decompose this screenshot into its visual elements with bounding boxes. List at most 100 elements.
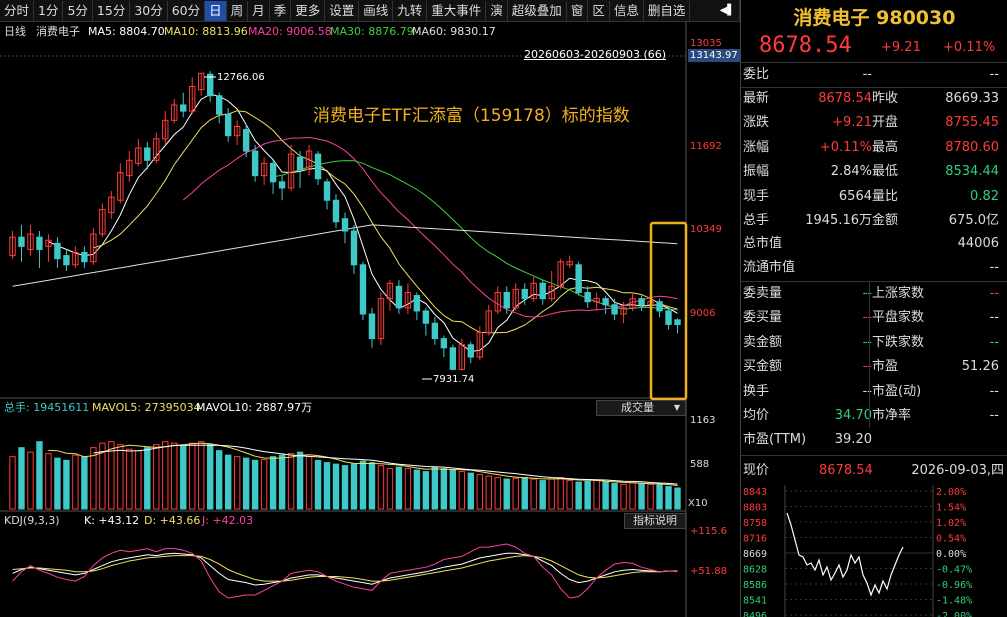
volume-bar xyxy=(656,484,663,510)
candle-down xyxy=(314,153,322,180)
toolbar-item-13[interactable]: 九转 xyxy=(393,0,428,21)
vol-axis-unit: X10 xyxy=(688,498,708,509)
volume-bar xyxy=(368,462,376,510)
toolbar-item-16[interactable]: 超级叠加 xyxy=(508,0,567,21)
toolbar-item-17[interactable]: 窗 xyxy=(567,0,589,21)
quote-k1: 现手 xyxy=(743,188,770,204)
weibi-value: -- xyxy=(862,67,872,82)
quote-row: 涨跌 +9.21 开盘 8755.45 xyxy=(741,111,1007,135)
toolbar-item-9[interactable]: 季 xyxy=(270,0,292,21)
toolbar-item-19[interactable]: 信息 xyxy=(610,0,644,21)
mini-right-tick: -0.47% xyxy=(936,565,972,576)
volume-bar xyxy=(440,468,448,510)
toolbar-item-1[interactable]: 1分 xyxy=(34,0,64,21)
cap-value: 44006 xyxy=(957,236,999,251)
volume-bar xyxy=(126,448,133,510)
kdj-j-line xyxy=(12,543,678,599)
mini-left-tick: 8758 xyxy=(743,518,767,529)
quote-k2: 市盈(动) xyxy=(872,383,922,399)
candle-down xyxy=(54,242,61,260)
volume-bar xyxy=(305,456,313,510)
quote-v1: 6564 xyxy=(838,188,872,204)
toolbar-item-3[interactable]: 15分 xyxy=(93,0,131,21)
volume-bar xyxy=(593,480,600,510)
quote-k1: 委买量 xyxy=(743,310,783,326)
toolbar-item-5[interactable]: 60分 xyxy=(168,0,206,21)
volume-bar xyxy=(153,444,160,510)
intraday-mini-chart[interactable]: 8843 2.00% 8803 1.54% 8758 1.02% 8716 0.54% 8669… xyxy=(741,485,1007,617)
volume-bar xyxy=(27,451,34,510)
vol-axis-mid: 588 xyxy=(690,459,710,470)
quote-k1: 总手 xyxy=(743,213,770,228)
candle-down xyxy=(503,291,510,309)
quote-v2: 51.26 xyxy=(961,359,999,375)
mini-left-tick: 8628 xyxy=(743,565,767,576)
volume-tab[interactable]: 成交量 ▼ xyxy=(596,400,686,416)
toolbar-item-14[interactable]: 重大事件 xyxy=(427,0,487,21)
quote-k1: 涨跌 xyxy=(743,115,770,131)
toolbar-item-0[interactable]: 分时 xyxy=(0,0,35,21)
quote-row: 市盈(TTM) 39.20 xyxy=(741,428,1007,452)
quote-row: 均价 34.70 市净率 -- xyxy=(741,404,1007,428)
volume-bar xyxy=(494,477,501,510)
mini-price-line xyxy=(786,512,904,597)
mavol10-label: MAVOL10: 2887.97万 xyxy=(196,401,313,414)
toolbar-item-18[interactable]: 区 xyxy=(588,0,610,21)
mavol5-label: MAVOL5: 27395034 xyxy=(92,401,201,414)
quote-k2: 上涨家数 xyxy=(872,286,925,301)
kdj-j: J: +42.03 xyxy=(202,514,254,527)
toolbar-item-15[interactable]: 演 xyxy=(486,0,508,21)
candle-down xyxy=(36,236,43,250)
candle-down xyxy=(341,218,349,232)
toolbar-item-4[interactable]: 30分 xyxy=(130,0,168,21)
high-annotation: 12766.06 xyxy=(217,72,265,83)
toolbar-item-8[interactable]: 月 xyxy=(248,0,270,21)
quote-row: 卖金额 -- 下跌家数 -- xyxy=(741,331,1007,355)
toolbar-item-10[interactable]: 更多 xyxy=(291,0,326,21)
ma10-label: MA10: 8813.96 xyxy=(164,25,248,38)
volume-bar xyxy=(90,447,97,510)
volume-bar xyxy=(359,460,367,510)
volume-bar xyxy=(332,463,340,510)
volume-bar xyxy=(602,481,609,510)
quote-v1: 2.84% xyxy=(830,164,872,180)
volume-bar xyxy=(215,450,223,510)
kdj-axis-top: +115.6 xyxy=(690,526,728,537)
volume-bar xyxy=(638,483,645,510)
volume-bar xyxy=(404,468,412,510)
quote-v2: -- xyxy=(989,310,999,326)
mini-left-tick: 8803 xyxy=(743,503,767,514)
indicator-help-tab[interactable]: 指标说明 xyxy=(624,513,686,529)
volume-bar xyxy=(557,477,564,510)
kdj-axis-mid: +51.88 xyxy=(690,566,728,577)
cap-value: -- xyxy=(989,260,999,276)
toolbar-item-20[interactable]: 删自选 xyxy=(644,0,691,21)
mini-left-tick: 8586 xyxy=(743,580,767,591)
toolbar-item-11[interactable]: 设置 xyxy=(325,0,360,21)
candle-down xyxy=(440,338,448,349)
quote-k1: 委卖量 xyxy=(743,286,783,301)
candle-down xyxy=(63,255,70,266)
toolbar-item-12[interactable]: 画线 xyxy=(359,0,394,21)
toolbar-item-2[interactable]: 5分 xyxy=(63,0,93,21)
mini-right-tick: 0.54% xyxy=(936,534,966,545)
candle-down xyxy=(584,291,591,303)
volume-bar xyxy=(521,477,528,510)
volume-bar xyxy=(260,459,268,510)
kline-chart-area[interactable]: 日线 消费电子 MA5: 8804.70 MA10: 8813.96 MA20:… xyxy=(0,22,740,617)
kdj-k-line xyxy=(12,552,678,586)
quote-row: 委买量 -- 平盘家数 -- xyxy=(741,306,1007,330)
collapse-arrow-icon[interactable]: ◀▌ xyxy=(716,0,740,21)
quote-v2: 8780.60 xyxy=(945,139,999,155)
date-range[interactable]: 20260603-20260903 (66) xyxy=(524,48,666,61)
toolbar-item-7[interactable]: 周 xyxy=(227,0,249,21)
quote-v1: -- xyxy=(862,383,872,399)
volume-bar xyxy=(458,471,466,510)
volume-bar xyxy=(449,469,457,510)
mini-chart-header: 现价 8678.54 2026-09-03,四 xyxy=(741,460,1007,482)
quote-k1: 换手 xyxy=(743,383,770,399)
axis-level-1: 11692 xyxy=(690,141,722,152)
quote-row: 现手 6564 量比 0.82 xyxy=(741,185,1007,209)
weibi-label: 委比 xyxy=(743,67,770,82)
toolbar-item-6[interactable]: 日 xyxy=(205,0,227,21)
